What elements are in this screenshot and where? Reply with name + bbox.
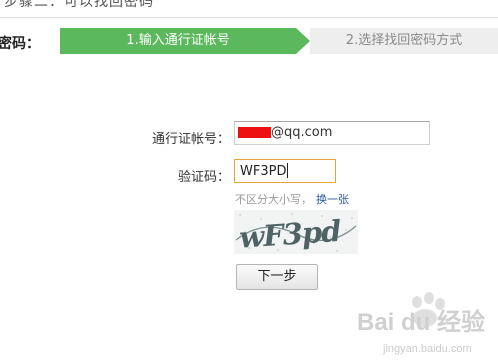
baidu-paw-logo: Bai du 经验 jingyan.baidu.com	[357, 292, 485, 355]
account-label: 通行证帐号：	[151, 132, 230, 147]
change-captcha-link[interactable]: 换一张	[316, 193, 349, 206]
step-1-active: 1.输入通行证帐号	[60, 28, 296, 54]
step-2-inactive: 2.选择找回密码方式	[310, 28, 498, 54]
captcha-input[interactable]: WF3PD	[234, 159, 336, 183]
hint-text: 不区分大小写，	[235, 193, 312, 206]
watermark-url: jingyan.baidu.com	[382, 343, 472, 355]
captcha-image-graphic: wF3pd	[234, 210, 358, 255]
watermark-logo-text: Bai du 经验	[357, 308, 485, 336]
top-strip-text: 步骤二：可以找回密码	[4, 0, 154, 10]
account-value: @qq.com	[271, 125, 333, 140]
top-breadcrumb-strip: 步骤二：可以找回密码	[0, 0, 498, 18]
captcha-input-value: WF3PD	[240, 163, 289, 179]
step-arrow-icon	[296, 28, 310, 54]
captcha-image-text: wF3pd	[238, 214, 342, 254]
captcha-value-text: WF3PD	[240, 164, 287, 179]
step-progress: 1.输入通行证帐号 2.选择找回密码方式	[60, 28, 498, 54]
captcha-hint: 不区分大小写， 换一张	[235, 191, 349, 207]
next-step-button[interactable]: 下一步	[236, 264, 318, 290]
account-input[interactable]: @qq.com	[234, 121, 430, 145]
text-caret	[287, 163, 289, 178]
header-label: 密码：	[0, 36, 40, 52]
captcha-image[interactable]: wF3pd	[234, 210, 358, 255]
baidu-watermark: Bai du 经验 jingyan.baidu.com	[355, 290, 498, 360]
redaction-mark	[238, 127, 271, 138]
captcha-label: 验证码：	[177, 170, 230, 185]
password-recovery-page: 步骤二：可以找回密码 密码： 1.输入通行证帐号 2.选择找回密码方式 通行证帐…	[0, 0, 498, 360]
